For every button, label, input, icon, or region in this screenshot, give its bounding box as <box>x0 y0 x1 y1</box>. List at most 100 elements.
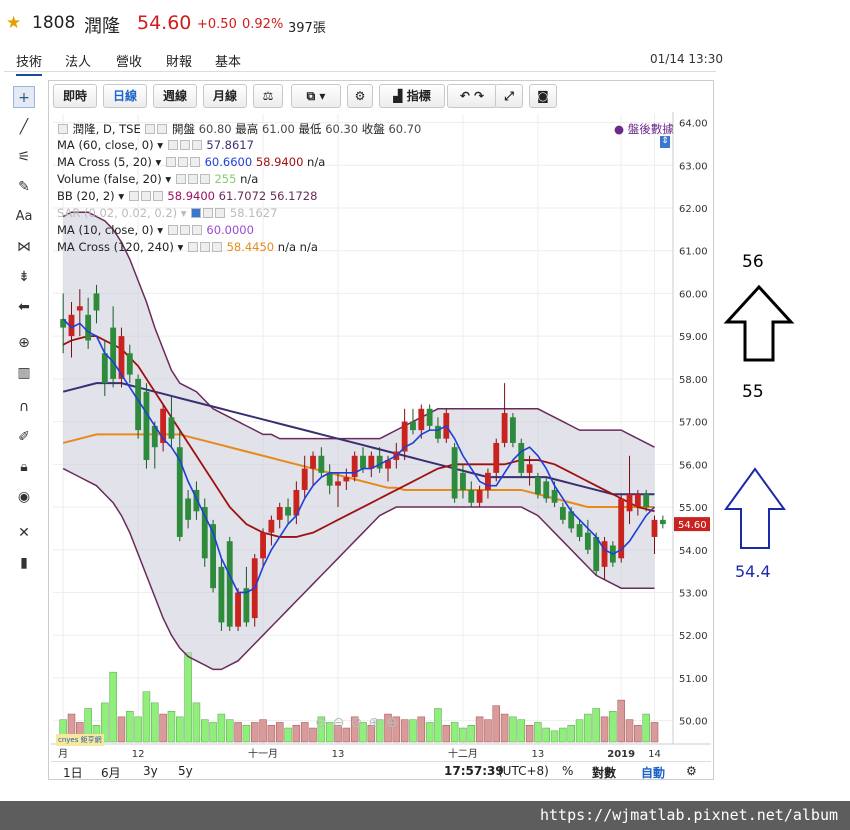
fib-tool-icon[interactable]: ⚟ <box>13 146 35 168</box>
pencil-lock-icon[interactable]: ✐ <box>13 426 35 448</box>
candle-body <box>510 417 516 443</box>
candle-body <box>551 489 558 503</box>
ma60-gear-icon[interactable] <box>179 140 190 150</box>
zoom-icon[interactable]: ⊕ <box>13 332 35 354</box>
volume-gear-icon[interactable] <box>187 174 198 184</box>
legend-sar[interactable]: SAR (0.02, 0.02, 0.2) ▾ 58.1627 <box>57 206 277 220</box>
candle-body <box>168 417 175 439</box>
tab-fundamentals[interactable]: 基本 <box>215 51 241 70</box>
legend-ma10[interactable]: MA (10, close, 0) ▾ 60.0000 <box>57 223 254 237</box>
eye-toggle-icon[interactable] <box>145 124 156 134</box>
compare-icon[interactable]: ⚖ <box>253 84 283 108</box>
undo-redo-icon[interactable]: ↶ ↷ <box>447 84 497 108</box>
eye-icon[interactable]: ◉ <box>13 486 35 508</box>
lock-icon[interactable]: 🔒︎ <box>13 456 35 478</box>
legend-macross[interactable]: MA Cross (5, 20) ▾ 60.6600 58.9400 n/a <box>57 155 325 169</box>
candle-body <box>235 592 241 627</box>
ma60-value: 57.8617 <box>206 138 254 152</box>
macross-close-icon[interactable] <box>189 157 200 167</box>
candle-body <box>126 353 133 375</box>
candle-body <box>451 447 458 499</box>
arrow-left-icon[interactable]: ⬅ <box>13 296 35 318</box>
volume-eye-icon[interactable] <box>175 174 186 184</box>
candle-body <box>110 327 117 379</box>
range-6m[interactable]: 6月 <box>101 764 121 781</box>
volume-bar <box>209 722 217 743</box>
monthly-button[interactable]: 月線 <box>203 84 247 108</box>
magnet-icon[interactable]: ∩ <box>13 396 35 418</box>
range-5y[interactable]: 5y <box>178 764 193 778</box>
legend-volume[interactable]: Volume (false, 20) ▾ 255 n/a <box>57 172 258 186</box>
volume-bar <box>575 719 584 743</box>
sar-gear-icon[interactable] <box>203 208 214 218</box>
settings-small-icon[interactable] <box>157 124 168 134</box>
price-tick-label: 61.00 <box>679 247 708 258</box>
trash-icon[interactable]: ▮ <box>13 552 35 574</box>
ma10-eye-icon[interactable] <box>167 225 178 235</box>
after-hours-link[interactable]: ● 盤後數據 <box>614 121 674 137</box>
weekly-button[interactable]: 週線 <box>153 84 197 108</box>
tab-financials[interactable]: 財報 <box>166 51 192 70</box>
tab-institutional[interactable]: 法人 <box>65 51 91 70</box>
macross-value-1: 60.6600 <box>204 155 253 169</box>
candle-body <box>576 524 583 537</box>
fullscreen-icon[interactable]: ⤢ <box>495 84 523 108</box>
percent-scale[interactable]: % <box>562 764 573 778</box>
macross2-name: MA Cross (120, 240) <box>57 240 174 254</box>
tab-technical[interactable]: 技術 <box>16 51 43 76</box>
ma60-close-icon[interactable] <box>191 140 202 150</box>
crosshair-icon[interactable]: + <box>13 86 35 108</box>
range-3y[interactable]: 3y <box>143 764 158 778</box>
auto-scale[interactable]: 自動 <box>641 764 665 781</box>
macross-eye-icon[interactable] <box>165 157 176 167</box>
ma10-gear-icon[interactable] <box>179 225 190 235</box>
candle-body <box>93 293 100 311</box>
scroll-toggle-icon[interactable]: ⇕ <box>660 136 670 148</box>
brush-icon[interactable]: ✎ <box>13 176 35 198</box>
macross-gear-icon[interactable] <box>177 157 188 167</box>
measure-icon[interactable]: ▥ <box>13 362 35 384</box>
legend-ma60[interactable]: MA (60, close, 0) ▾ 57.8617 <box>57 138 254 152</box>
bottom-settings-icon[interactable]: ⚙ <box>686 764 697 778</box>
sar-eye-icon[interactable] <box>191 208 202 218</box>
zoom-controls[interactable]: ⊖⊖⊙⊕⊕ <box>315 715 404 731</box>
macross2-close-icon[interactable] <box>211 242 222 252</box>
timezone[interactable]: (UTC+8) <box>498 764 549 778</box>
tab-revenue[interactable]: 營收 <box>116 51 142 70</box>
text-tool-icon[interactable]: Aa <box>13 206 35 228</box>
legend-main[interactable]: 潤隆, D, TSE 開盤 60.80 最高 61.00 最低 60.30 收盤… <box>57 121 421 137</box>
volume-bar <box>434 708 442 743</box>
time-tick-label: 13 <box>532 749 545 760</box>
log-scale[interactable]: 對數 <box>592 764 616 781</box>
macross2-gear-icon[interactable] <box>199 242 210 252</box>
macross2-eye-icon[interactable] <box>187 242 198 252</box>
collapse-icon[interactable] <box>58 124 68 134</box>
screenshot-camera-icon[interactable]: ◙ <box>529 84 557 108</box>
volume-bar <box>584 713 592 743</box>
tools-icon[interactable]: ✕ <box>13 522 35 544</box>
bb-gear-icon[interactable] <box>140 191 151 201</box>
ma10-close-icon[interactable] <box>191 225 202 235</box>
time-tick-label: 十一月 <box>248 747 278 760</box>
legend-macross2[interactable]: MA Cross (120, 240) ▾ 58.4450 n/a n/a <box>57 240 318 254</box>
forecast-icon[interactable]: ⇟ <box>13 266 35 288</box>
favorite-star-icon[interactable]: ★ <box>6 13 21 33</box>
legend-bb[interactable]: BB (20, 2) ▾ 58.9400 61.7072 56.1728 <box>57 189 317 203</box>
sar-close-icon[interactable] <box>215 208 226 218</box>
pattern-icon[interactable]: ⋈ <box>13 236 35 258</box>
bb-value-2: 61.7072 <box>218 189 267 203</box>
daily-button[interactable]: 日線 <box>103 84 147 108</box>
range-1d[interactable]: 1日 <box>63 764 83 781</box>
bb-close-icon[interactable] <box>152 191 163 201</box>
candle-body <box>376 455 383 469</box>
settings-gear-icon[interactable]: ⚙ <box>347 84 373 108</box>
ma60-eye-icon[interactable] <box>167 140 178 150</box>
trend-line-icon[interactable]: ╱ <box>13 116 35 138</box>
chart-type-icon[interactable]: ⧉ ▾ <box>291 84 341 108</box>
indicators-button[interactable]: ▟ 指標 <box>379 84 445 108</box>
bb-eye-icon[interactable] <box>128 191 139 201</box>
candle-body <box>268 519 275 533</box>
stock-code: 1808 <box>32 13 76 33</box>
volume-close-icon[interactable] <box>199 174 210 184</box>
realtime-button[interactable]: 即時 <box>53 84 97 108</box>
